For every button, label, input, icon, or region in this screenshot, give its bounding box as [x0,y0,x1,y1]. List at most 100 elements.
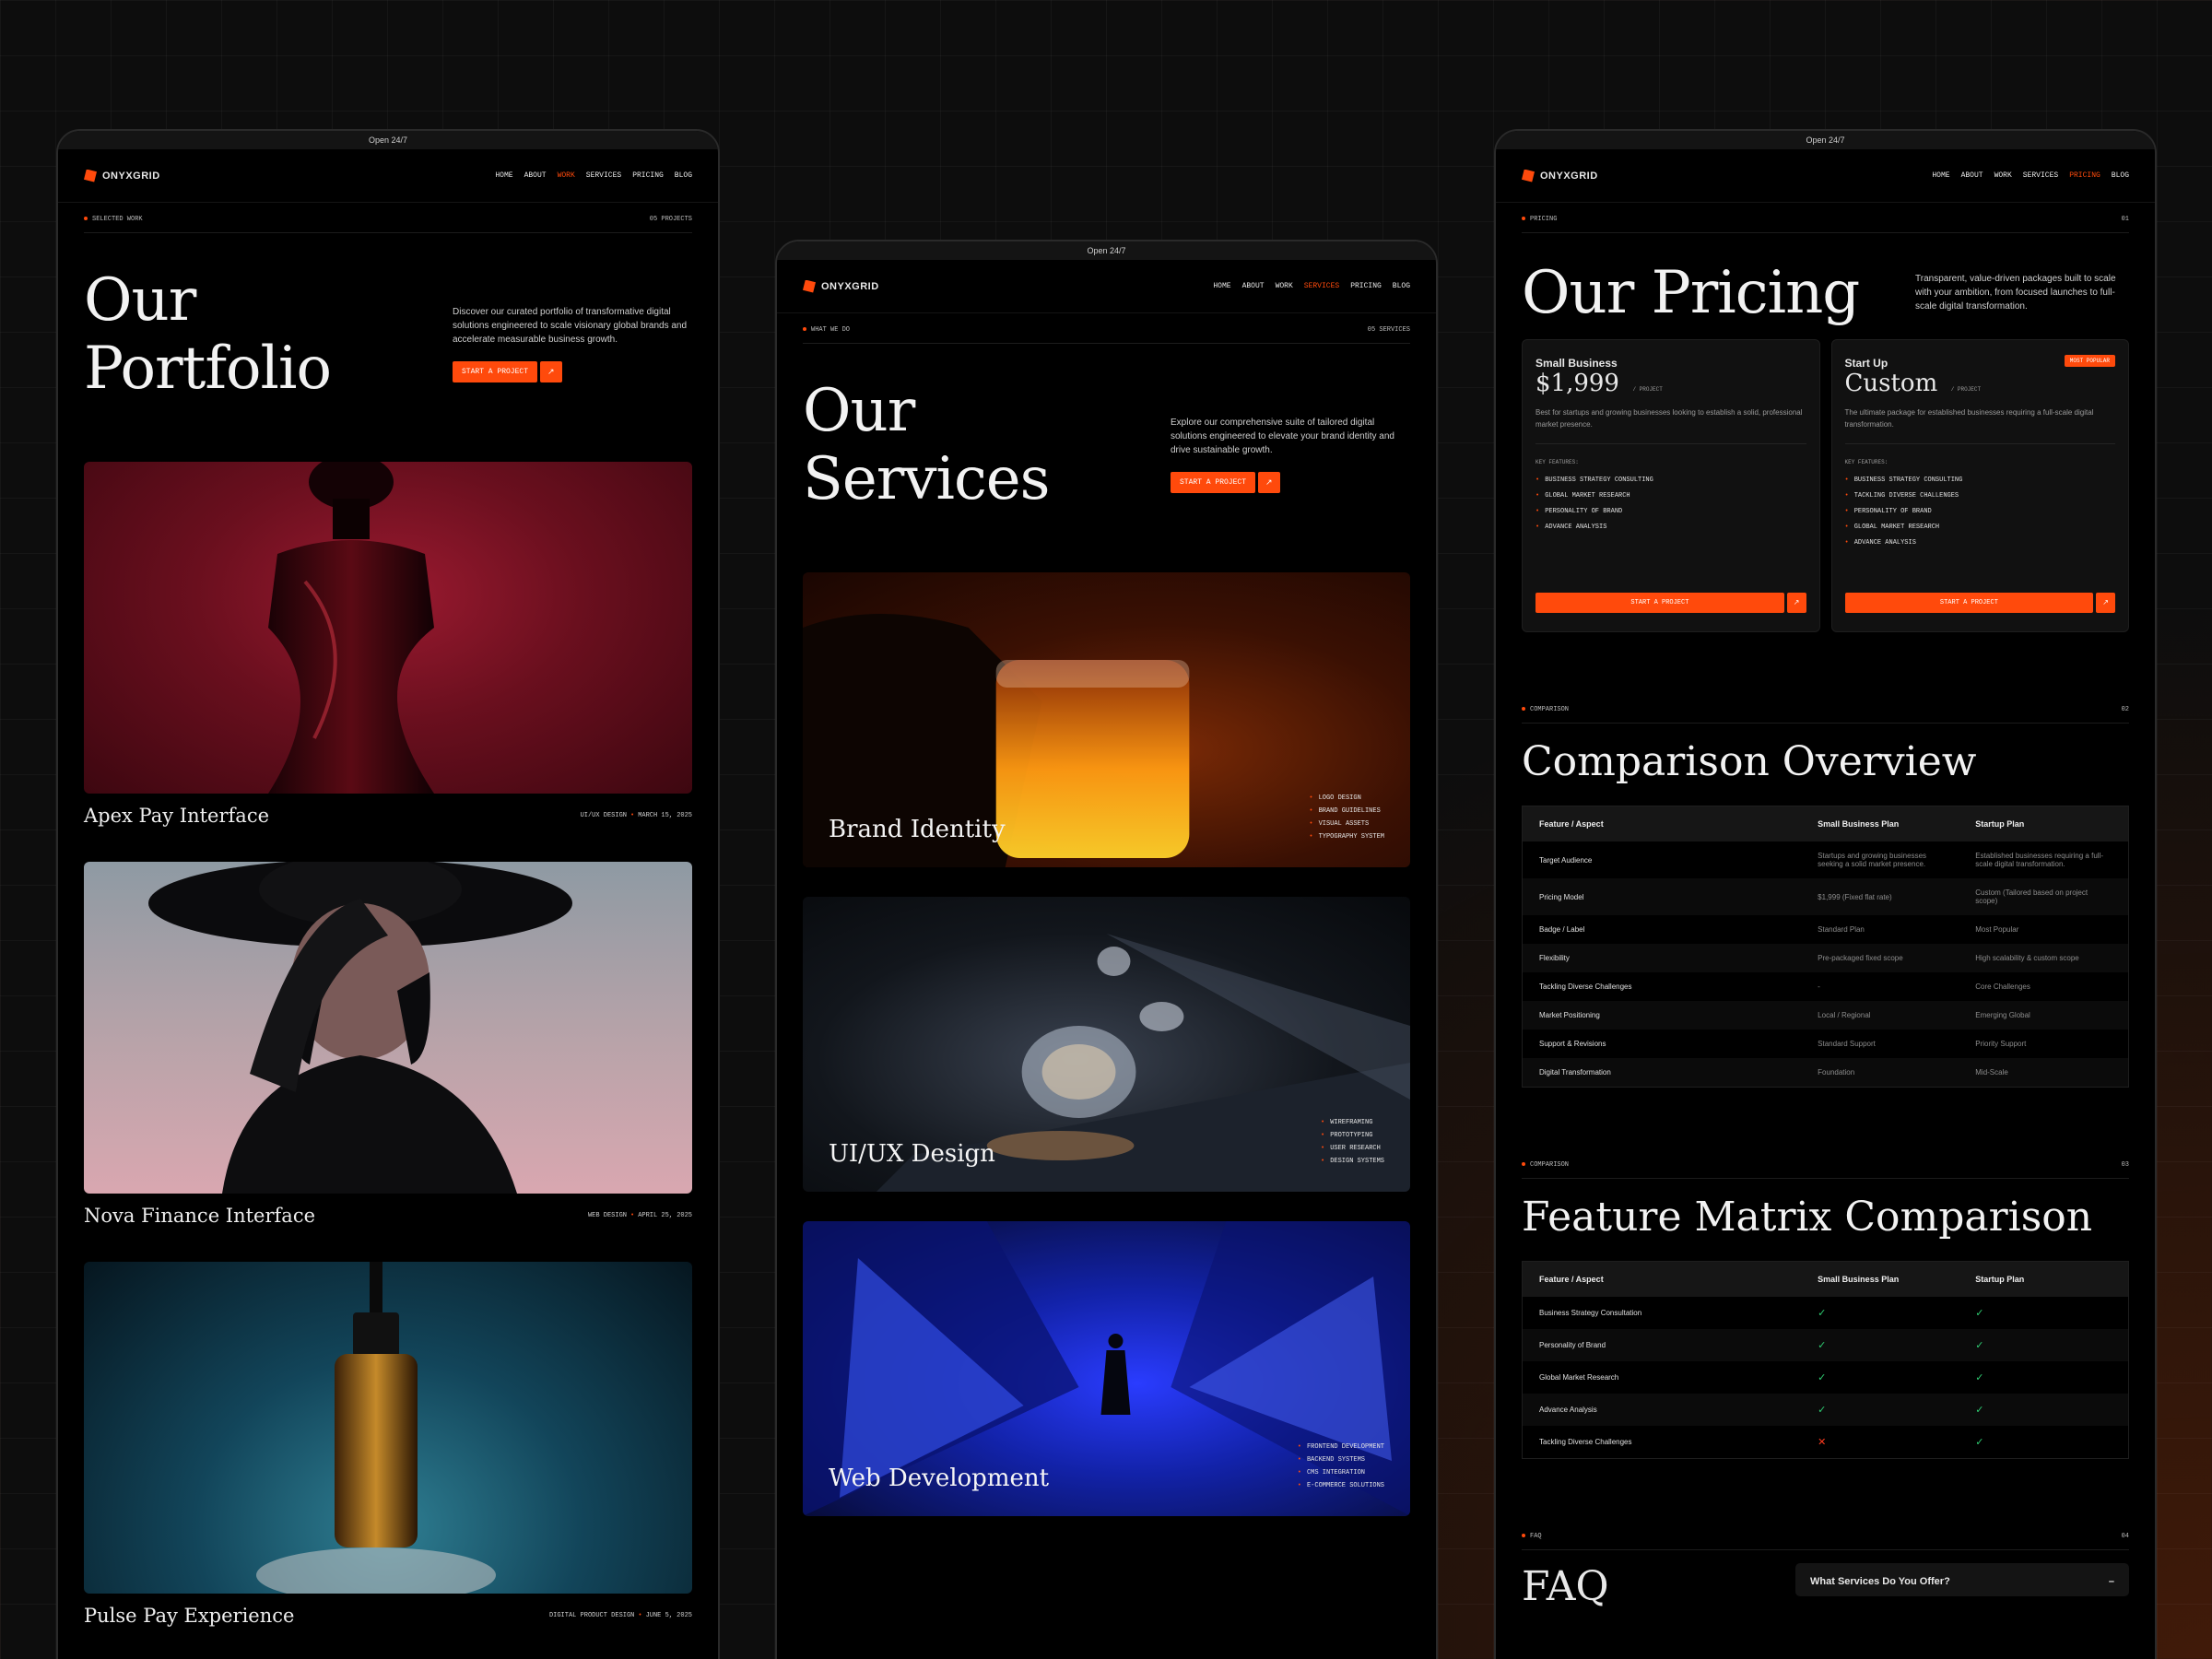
brand-logo[interactable]: ONYXGRID [84,169,160,182]
table-cell: - [1818,982,1820,991]
eyebrow-label: PRICING [1522,216,1557,223]
title-line-1: Our [84,266,196,335]
arrow-up-right-icon[interactable]: ↗ [2096,593,2115,613]
intro-text: Transparent, value-driven packages built… [1915,274,2116,312]
start-project-label[interactable]: START A PROJECT [1844,593,2094,613]
start-project-button[interactable]: START A PROJECT ↗ [1535,593,1806,613]
title-line-2: Services [803,445,1050,513]
service-feature: E-COMMERCE SOLUTIONS [1298,1479,1384,1492]
plan-feature: GLOBAL MARKET RESEARCH [1845,520,2116,535]
nav-blog[interactable]: BLOG [675,171,692,180]
table-row: Advance Analysis ✓ ✓ [1522,1394,2129,1426]
nav-about[interactable]: ABOUT [1961,171,1983,180]
main-nav: ONYXGRID HOME ABOUT WORK SERVICES PRICIN… [777,260,1436,313]
nav-work[interactable]: WORK [558,171,575,180]
table-row: Business Strategy Consultation ✓ ✓ [1523,1297,2129,1329]
serum-bottle-image [256,1262,496,1594]
section-eyebrow: COMPARISON 02 [1522,693,2129,724]
service-feature: BRAND GUIDELINES [1309,805,1384,818]
table-cell: Startups and growing businesses seeking … [1818,852,1927,868]
service-feature: CMS INTEGRATION [1298,1466,1384,1479]
column-header: Feature / Aspect [1522,806,1802,841]
arrow-up-right-icon[interactable]: ↗ [540,361,562,382]
nav-home[interactable]: HOME [1932,171,1949,180]
nav-pricing[interactable]: PRICING [1350,282,1382,290]
plan-feature: ADVANCE ANALYSIS [1535,520,1806,535]
nav-blog[interactable]: BLOG [1393,282,1410,290]
start-project-button[interactable]: START A PROJECT ↗ [1844,593,2115,613]
table-cell: High scalability & custom scope [1959,944,2129,972]
faq-title: FAQ [1522,1563,1609,1610]
hero-intro: Discover our curated portfolio of transf… [453,266,692,382]
start-project-label[interactable]: START A PROJECT [453,361,538,382]
arrow-up-right-icon[interactable]: ↗ [1258,472,1280,493]
table-cell: Standard Plan [1818,925,1865,934]
nav-home[interactable]: HOME [495,171,512,180]
nav-work[interactable]: WORK [1994,171,2012,180]
nav-pricing[interactable]: PRICING [2069,171,2100,180]
start-project-button[interactable]: START A PROJECT ↗ [453,361,562,382]
arrow-up-right-icon[interactable]: ↗ [1786,593,1806,613]
plan-card-start-up: Start Up MOST POPULAR Custom / PROJECT T… [1830,339,2129,632]
faq-item[interactable]: What Services Do You Offer? – [1795,1563,2129,1596]
nav-home[interactable]: HOME [1213,282,1230,290]
services-page-window: Open 24/7 ONYXGRID HOME ABOUT WORK SERVI… [775,240,1438,1659]
start-project-label[interactable]: START A PROJECT [1535,593,1784,613]
nav-services[interactable]: SERVICES [586,171,621,180]
brand-name: ONYXGRID [821,280,879,292]
intro-text: Discover our curated portfolio of transf… [453,307,688,345]
nav-work[interactable]: WORK [1276,282,1293,290]
start-project-button[interactable]: START A PROJECT ↗ [1171,472,1280,493]
nav-blog[interactable]: BLOG [2112,171,2129,180]
service-card[interactable]: Brand Identity LOGO DESIGN BRAND GUIDELI… [803,572,1410,867]
nav-about[interactable]: ABOUT [524,171,547,180]
collapse-icon[interactable]: – [2109,1576,2114,1587]
table-cell: Advance Analysis [1522,1394,1802,1426]
project-title[interactable]: Nova Finance Interface [84,1205,315,1227]
table-row: Digital Transformation Foundation Mid-Scal… [1522,1058,2129,1088]
plan-feature: ADVANCE ANALYSIS [1845,535,2116,551]
table-cell: Flexibility [1522,944,1802,972]
nav-links: HOME ABOUT WORK SERVICES PRICING BLOG [495,171,692,180]
service-card[interactable]: UI/UX Design WIREFRAMING PROTOTYPING USE… [803,897,1410,1192]
project-image[interactable] [84,862,692,1194]
brand-logo[interactable]: ONYXGRID [1522,169,1598,182]
table-cell: Core Challenges [1975,982,2030,991]
service-feature-list: FRONTEND DEVELOPMENT BACKEND SYSTEMS CMS… [1298,1441,1384,1492]
announcement-bar: Open 24/7 [1496,131,2155,149]
project-image[interactable] [84,1262,692,1594]
column-header: Small Business Plan [1801,1261,1959,1297]
nav-pricing[interactable]: PRICING [632,171,664,180]
check-icon: ✓ [1959,1329,2129,1361]
announcement-bar: Open 24/7 [777,241,1436,260]
faq-question[interactable]: What Services Do You Offer? [1810,1576,1950,1587]
project-title[interactable]: Apex Pay Interface [84,805,269,827]
check-icon: ✓ [1801,1329,1959,1361]
service-card[interactable]: Web Development FRONTEND DEVELOPMENT BAC… [803,1221,1410,1516]
start-project-label[interactable]: START A PROJECT [1171,472,1256,493]
nav-services[interactable]: SERVICES [1304,282,1339,290]
service-feature: FRONTEND DEVELOPMENT [1298,1441,1384,1453]
project-image[interactable] [84,462,692,794]
table-cell: Foundation [1801,1058,1959,1088]
plan-price: Custom [1844,370,1938,397]
section-eyebrow: COMPARISON 03 [1522,1148,2129,1179]
features-label: KEY FEATURES: [1844,459,1888,465]
plan-description: The ultimate package for established bus… [1844,406,2115,444]
service-feature: DESIGN SYSTEMS [1321,1155,1384,1168]
nav-links: HOME ABOUT WORK SERVICES PRICING BLOG [1213,282,1410,290]
project-title[interactable]: Pulse Pay Experience [84,1605,294,1627]
table-cell: Personality of Brand [1522,1329,1802,1361]
plan-feature-list: BUSINESS STRATEGY CONSULTING TACKLING DI… [1845,473,2116,551]
table-header-row: Feature / Aspect Small Business Plan Sta… [1522,806,2129,841]
plan-feature-list: BUSINESS STRATEGY CONSULTING GLOBAL MARK… [1535,473,1806,535]
faq-section: FAQ What Services Do You Offer? – [1522,1563,2129,1610]
nav-about[interactable]: ABOUT [1242,282,1265,290]
intro-text: Explore our comprehensive suite of tailo… [1171,418,1394,455]
service-feature: USER RESEARCH [1321,1142,1384,1155]
brand-logo[interactable]: ONYXGRID [803,279,879,293]
nav-services[interactable]: SERVICES [2023,171,2058,180]
project-date: JUNE 5, 2025 [645,1612,692,1619]
most-popular-badge: MOST POPULAR [2064,355,2115,367]
hero-intro: Transparent, value-driven packages built… [1915,259,2129,328]
